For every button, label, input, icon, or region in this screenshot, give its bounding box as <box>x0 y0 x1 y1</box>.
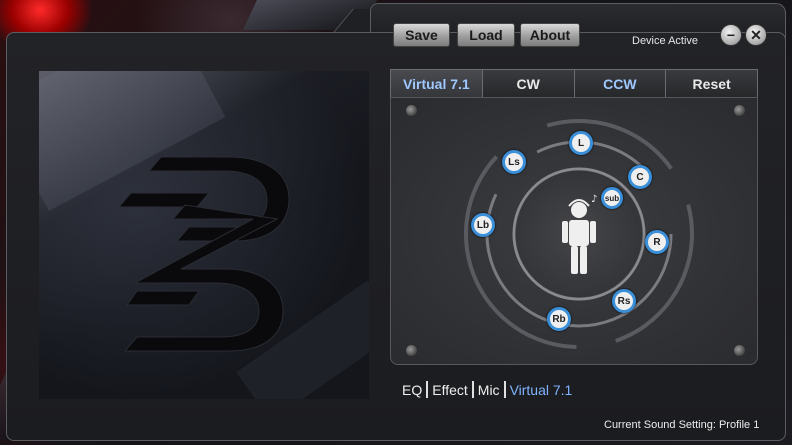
brand-logo-icon <box>117 156 290 352</box>
tab-virtual-7-1[interactable]: Virtual 7.1 <box>390 69 482 98</box>
about-button[interactable]: About <box>520 23 580 47</box>
speaker-r-button[interactable]: R <box>645 230 669 254</box>
load-button[interactable]: Load <box>457 23 515 47</box>
tab-reset[interactable]: Reset <box>665 69 758 98</box>
nav-item-mic[interactable]: Mic <box>474 382 504 398</box>
save-button[interactable]: Save <box>393 23 450 47</box>
current-sound-setting-status: Current Sound Setting: Profile 1 <box>604 419 760 431</box>
speaker-rb-button[interactable]: Rb <box>547 307 571 331</box>
speaker-lb-button[interactable]: Lb <box>471 213 495 237</box>
section-nav: EQ Effect Mic Virtual 7.1 <box>398 381 576 398</box>
speaker-l-button[interactable]: L <box>569 131 593 155</box>
app-window: Save Load About Device Active − ✕ Virtua… <box>6 3 786 441</box>
nav-item-effect[interactable]: Effect <box>428 382 472 398</box>
speaker-c-button[interactable]: C <box>628 165 652 189</box>
speaker-rs-button[interactable]: Rs <box>612 289 636 313</box>
surround-tabs: Virtual 7.1 CW CCW Reset <box>390 69 758 98</box>
tab-ccw[interactable]: CCW <box>573 69 666 98</box>
speaker-sub-button[interactable]: sub <box>601 187 623 209</box>
minimize-icon[interactable]: − <box>720 24 742 46</box>
surround-stage: ♪ L Ls C sub Lb R Rs Rb <box>390 97 758 365</box>
svg-text:♪: ♪ <box>591 194 597 205</box>
speaker-ls-button[interactable]: Ls <box>502 150 526 174</box>
close-icon[interactable]: ✕ <box>745 24 767 46</box>
nav-item-eq[interactable]: EQ <box>398 382 426 398</box>
device-status-text: Device Active <box>632 35 699 47</box>
brand-logo-panel <box>39 71 369 399</box>
tab-cw[interactable]: CW <box>481 69 574 98</box>
nav-item-virtual-7-1[interactable]: Virtual 7.1 <box>506 382 577 398</box>
